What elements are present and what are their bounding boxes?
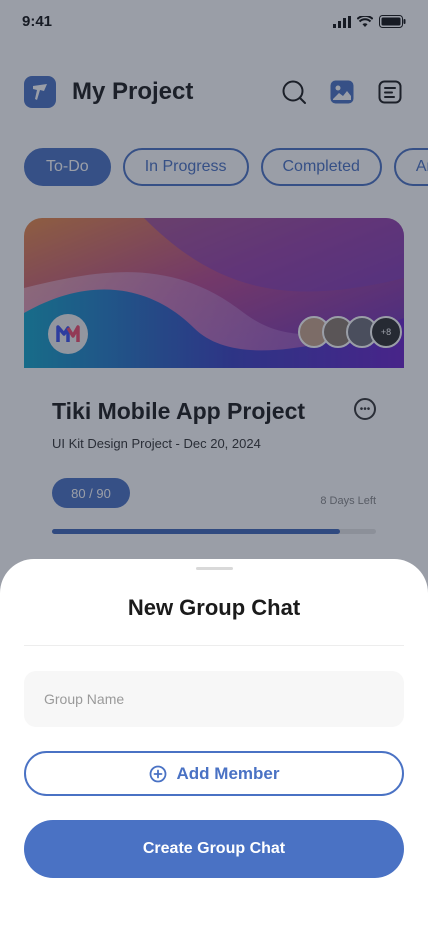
add-member-label: Add Member <box>176 763 280 783</box>
screen: 9:41 My Project To-Do In Progress Comple… <box>0 0 428 926</box>
divider <box>24 645 404 646</box>
sheet-drag-handle[interactable] <box>196 567 233 570</box>
plus-circle-icon <box>149 765 166 782</box>
add-member-button[interactable]: Add Member <box>24 751 404 796</box>
group-name-input[interactable] <box>24 671 404 727</box>
new-group-chat-sheet: New Group Chat Add Member Create Group C… <box>0 559 428 926</box>
create-group-chat-button[interactable]: Create Group Chat <box>24 820 404 878</box>
sheet-title: New Group Chat <box>127 595 301 620</box>
